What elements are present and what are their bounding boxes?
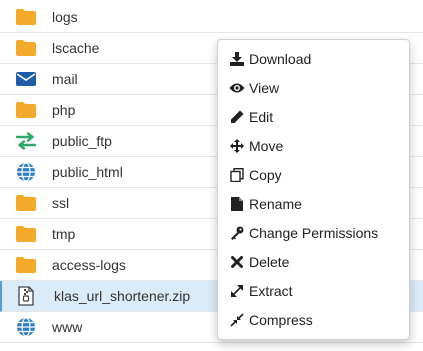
file-name[interactable]: public_html — [52, 164, 123, 180]
menu-item-label: Compress — [249, 311, 313, 328]
menu-item-move[interactable]: Move — [218, 131, 409, 160]
menu-item-label: Move — [249, 137, 284, 154]
file-name[interactable]: access-logs — [52, 257, 126, 273]
menu-item-download[interactable]: Download — [218, 44, 409, 73]
menu-item-copy[interactable]: Copy — [218, 160, 409, 189]
download-icon — [229, 51, 245, 67]
file-name[interactable]: mail — [52, 71, 78, 87]
menu-item-extract[interactable]: Extract — [218, 276, 409, 305]
file-name[interactable]: logs — [52, 9, 78, 25]
file-row-logs[interactable]: logs — [0, 2, 423, 33]
context-menu: Download View Edit Move Copy Rename Chan… — [217, 39, 410, 340]
folder-icon — [15, 255, 37, 275]
menu-item-delete[interactable]: Delete — [218, 247, 409, 276]
file-name[interactable]: php — [52, 102, 75, 118]
file-name[interactable]: lscache — [52, 40, 99, 56]
menu-item-label: Edit — [249, 108, 274, 125]
copy-icon — [229, 167, 245, 183]
folder-icon — [15, 38, 37, 58]
x-icon — [229, 254, 245, 270]
menu-item-compress[interactable]: Compress — [218, 305, 409, 334]
globe-icon — [15, 162, 37, 182]
globe-icon — [15, 317, 37, 337]
file-name[interactable]: klas_url_shortener.zip — [54, 288, 190, 304]
menu-item-edit[interactable]: Edit — [218, 102, 409, 131]
transfer-arrows-icon — [15, 131, 37, 151]
menu-item-label: Rename — [249, 195, 302, 212]
file-name[interactable]: tmp — [52, 226, 75, 242]
folder-icon — [15, 100, 37, 120]
pencil-icon — [229, 109, 245, 125]
file-name[interactable]: www — [52, 319, 82, 335]
file-icon — [229, 196, 245, 212]
eye-icon — [229, 80, 245, 96]
menu-item-label: Change Permissions — [249, 224, 379, 241]
zip-file-icon — [15, 286, 37, 306]
envelope-icon — [15, 69, 37, 89]
key-icon — [229, 225, 245, 241]
move-arrows-icon — [229, 138, 245, 154]
menu-item-view[interactable]: View — [218, 73, 409, 102]
file-name[interactable]: public_ftp — [52, 133, 112, 149]
menu-item-label: Delete — [249, 253, 290, 270]
folder-icon — [15, 7, 37, 27]
expand-icon — [229, 283, 245, 299]
menu-item-rename[interactable]: Rename — [218, 189, 409, 218]
folder-icon — [15, 193, 37, 213]
compress-icon — [229, 312, 245, 328]
menu-item-label: View — [249, 79, 280, 96]
menu-item-label: Extract — [249, 282, 293, 299]
menu-item-label: Copy — [249, 166, 282, 183]
menu-item-change-permissions[interactable]: Change Permissions — [218, 218, 409, 247]
folder-icon — [15, 224, 37, 244]
menu-item-label: Download — [249, 50, 312, 67]
file-name[interactable]: ssl — [52, 195, 69, 211]
